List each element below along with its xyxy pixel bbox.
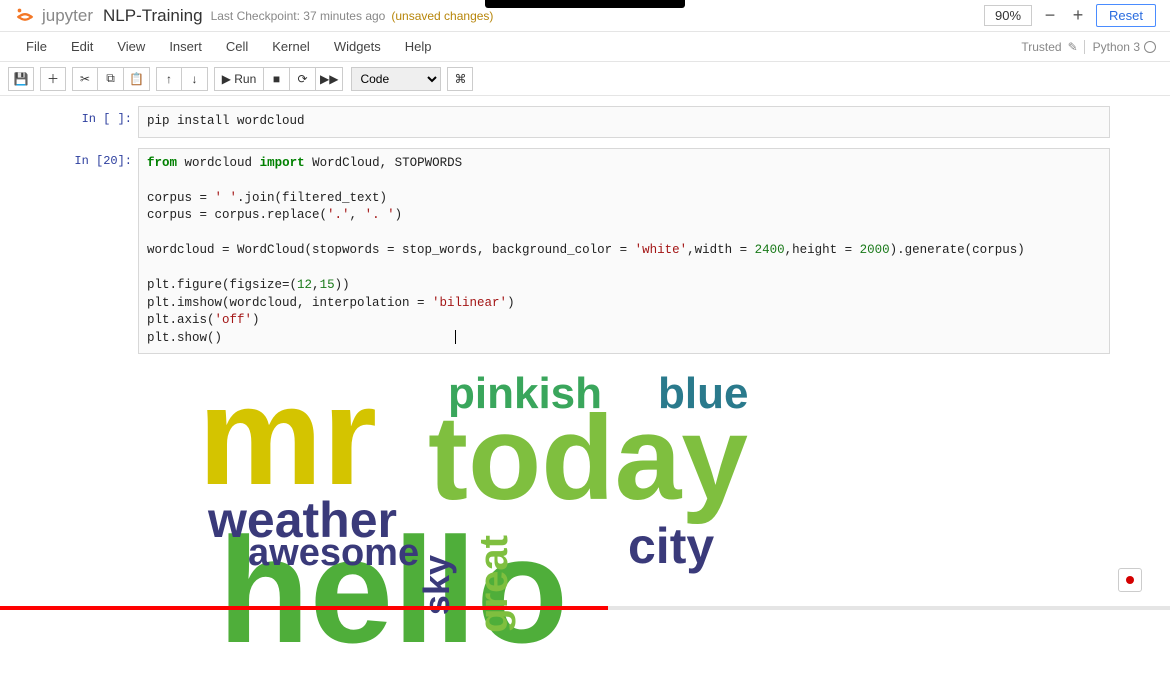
menu-file[interactable]: File [14, 35, 59, 58]
pencil-icon[interactable]: ✎ [1068, 40, 1078, 54]
command-palette-button[interactable]: ⌘ [447, 67, 473, 91]
text-cursor [455, 330, 456, 344]
wc-word-blue: blue [658, 376, 748, 411]
move-down-button[interactable]: ↓ [182, 67, 208, 91]
menu-widgets[interactable]: Widgets [322, 35, 393, 58]
wc-word-pinkish: pinkish [448, 376, 602, 411]
restart-button[interactable]: ⟳ [290, 67, 316, 91]
toolbar: 💾 ＋ ✂ ⧉ 📋 ↑ ↓ ▶ Run ■ ⟳ ▶▶ Code ⌘ [0, 62, 1170, 96]
cell-prompt: In [ ]: [60, 106, 138, 138]
run-button[interactable]: ▶ Run [214, 67, 264, 91]
paste-button[interactable]: 📋 [124, 67, 150, 91]
menu-edit[interactable]: Edit [59, 35, 105, 58]
video-progress-bar[interactable] [0, 606, 1170, 610]
menu-bar: File Edit View Insert Cell Kernel Widget… [0, 32, 1170, 62]
wc-word-mr: mr [198, 380, 377, 492]
restart-run-all-button[interactable]: ▶▶ [316, 67, 343, 91]
notebook-area: In [ ]: pip install wordcloud In [20]: f… [0, 96, 1170, 684]
wc-word-today: today [428, 410, 748, 506]
add-cell-button[interactable]: ＋ [40, 67, 66, 91]
jupyter-logo-icon [14, 5, 36, 27]
menu-cell[interactable]: Cell [214, 35, 260, 58]
move-up-button[interactable]: ↑ [156, 67, 182, 91]
kernel-indicator[interactable]: Python 3 [1084, 40, 1156, 54]
code-cell-2[interactable]: In [20]: from wordcloud import WordCloud… [60, 148, 1110, 355]
zoom-value[interactable]: 90% [984, 5, 1032, 26]
menu-insert[interactable]: Insert [157, 35, 214, 58]
wc-word-city: city [628, 526, 714, 566]
trusted-label[interactable]: Trusted [1021, 40, 1061, 54]
menu-view[interactable]: View [105, 35, 157, 58]
zoom-out-button[interactable]: − [1040, 5, 1060, 26]
cell-output: mr today hello pinkish blue weather awes… [138, 364, 1110, 684]
wc-word-great: great [478, 535, 510, 633]
unsaved-label: (unsaved changes) [391, 9, 493, 23]
brand-label: jupyter [42, 6, 93, 26]
save-button[interactable]: 💾 [8, 67, 34, 91]
checkpoint-label: Last Checkpoint: 37 minutes ago [211, 9, 386, 23]
zoom-controls: 90% − + Reset [984, 4, 1156, 27]
cell-editor[interactable]: from wordcloud import WordCloud, STOPWOR… [138, 148, 1110, 355]
caption-box [485, 0, 685, 8]
copy-button[interactable]: ⧉ [98, 67, 124, 91]
cell-prompt: In [20]: [60, 148, 138, 355]
record-indicator [1118, 568, 1142, 592]
kernel-status-icon [1144, 41, 1156, 53]
menu-help[interactable]: Help [393, 35, 444, 58]
wc-word-awesome: awesome [248, 538, 419, 568]
zoom-in-button[interactable]: + [1068, 5, 1088, 26]
zoom-reset-button[interactable]: Reset [1096, 4, 1156, 27]
menu-kernel[interactable]: Kernel [260, 35, 322, 58]
wordcloud-image: mr today hello pinkish blue weather awes… [198, 370, 838, 684]
cell-type-select[interactable]: Code [351, 67, 441, 91]
stop-button[interactable]: ■ [264, 67, 290, 91]
code-cell-1[interactable]: In [ ]: pip install wordcloud [60, 106, 1110, 138]
kernel-name: Python 3 [1093, 40, 1140, 54]
cut-button[interactable]: ✂ [72, 67, 98, 91]
cell-editor[interactable]: pip install wordcloud [138, 106, 1110, 138]
notebook-name[interactable]: NLP-Training [103, 6, 203, 26]
video-played [0, 606, 608, 610]
